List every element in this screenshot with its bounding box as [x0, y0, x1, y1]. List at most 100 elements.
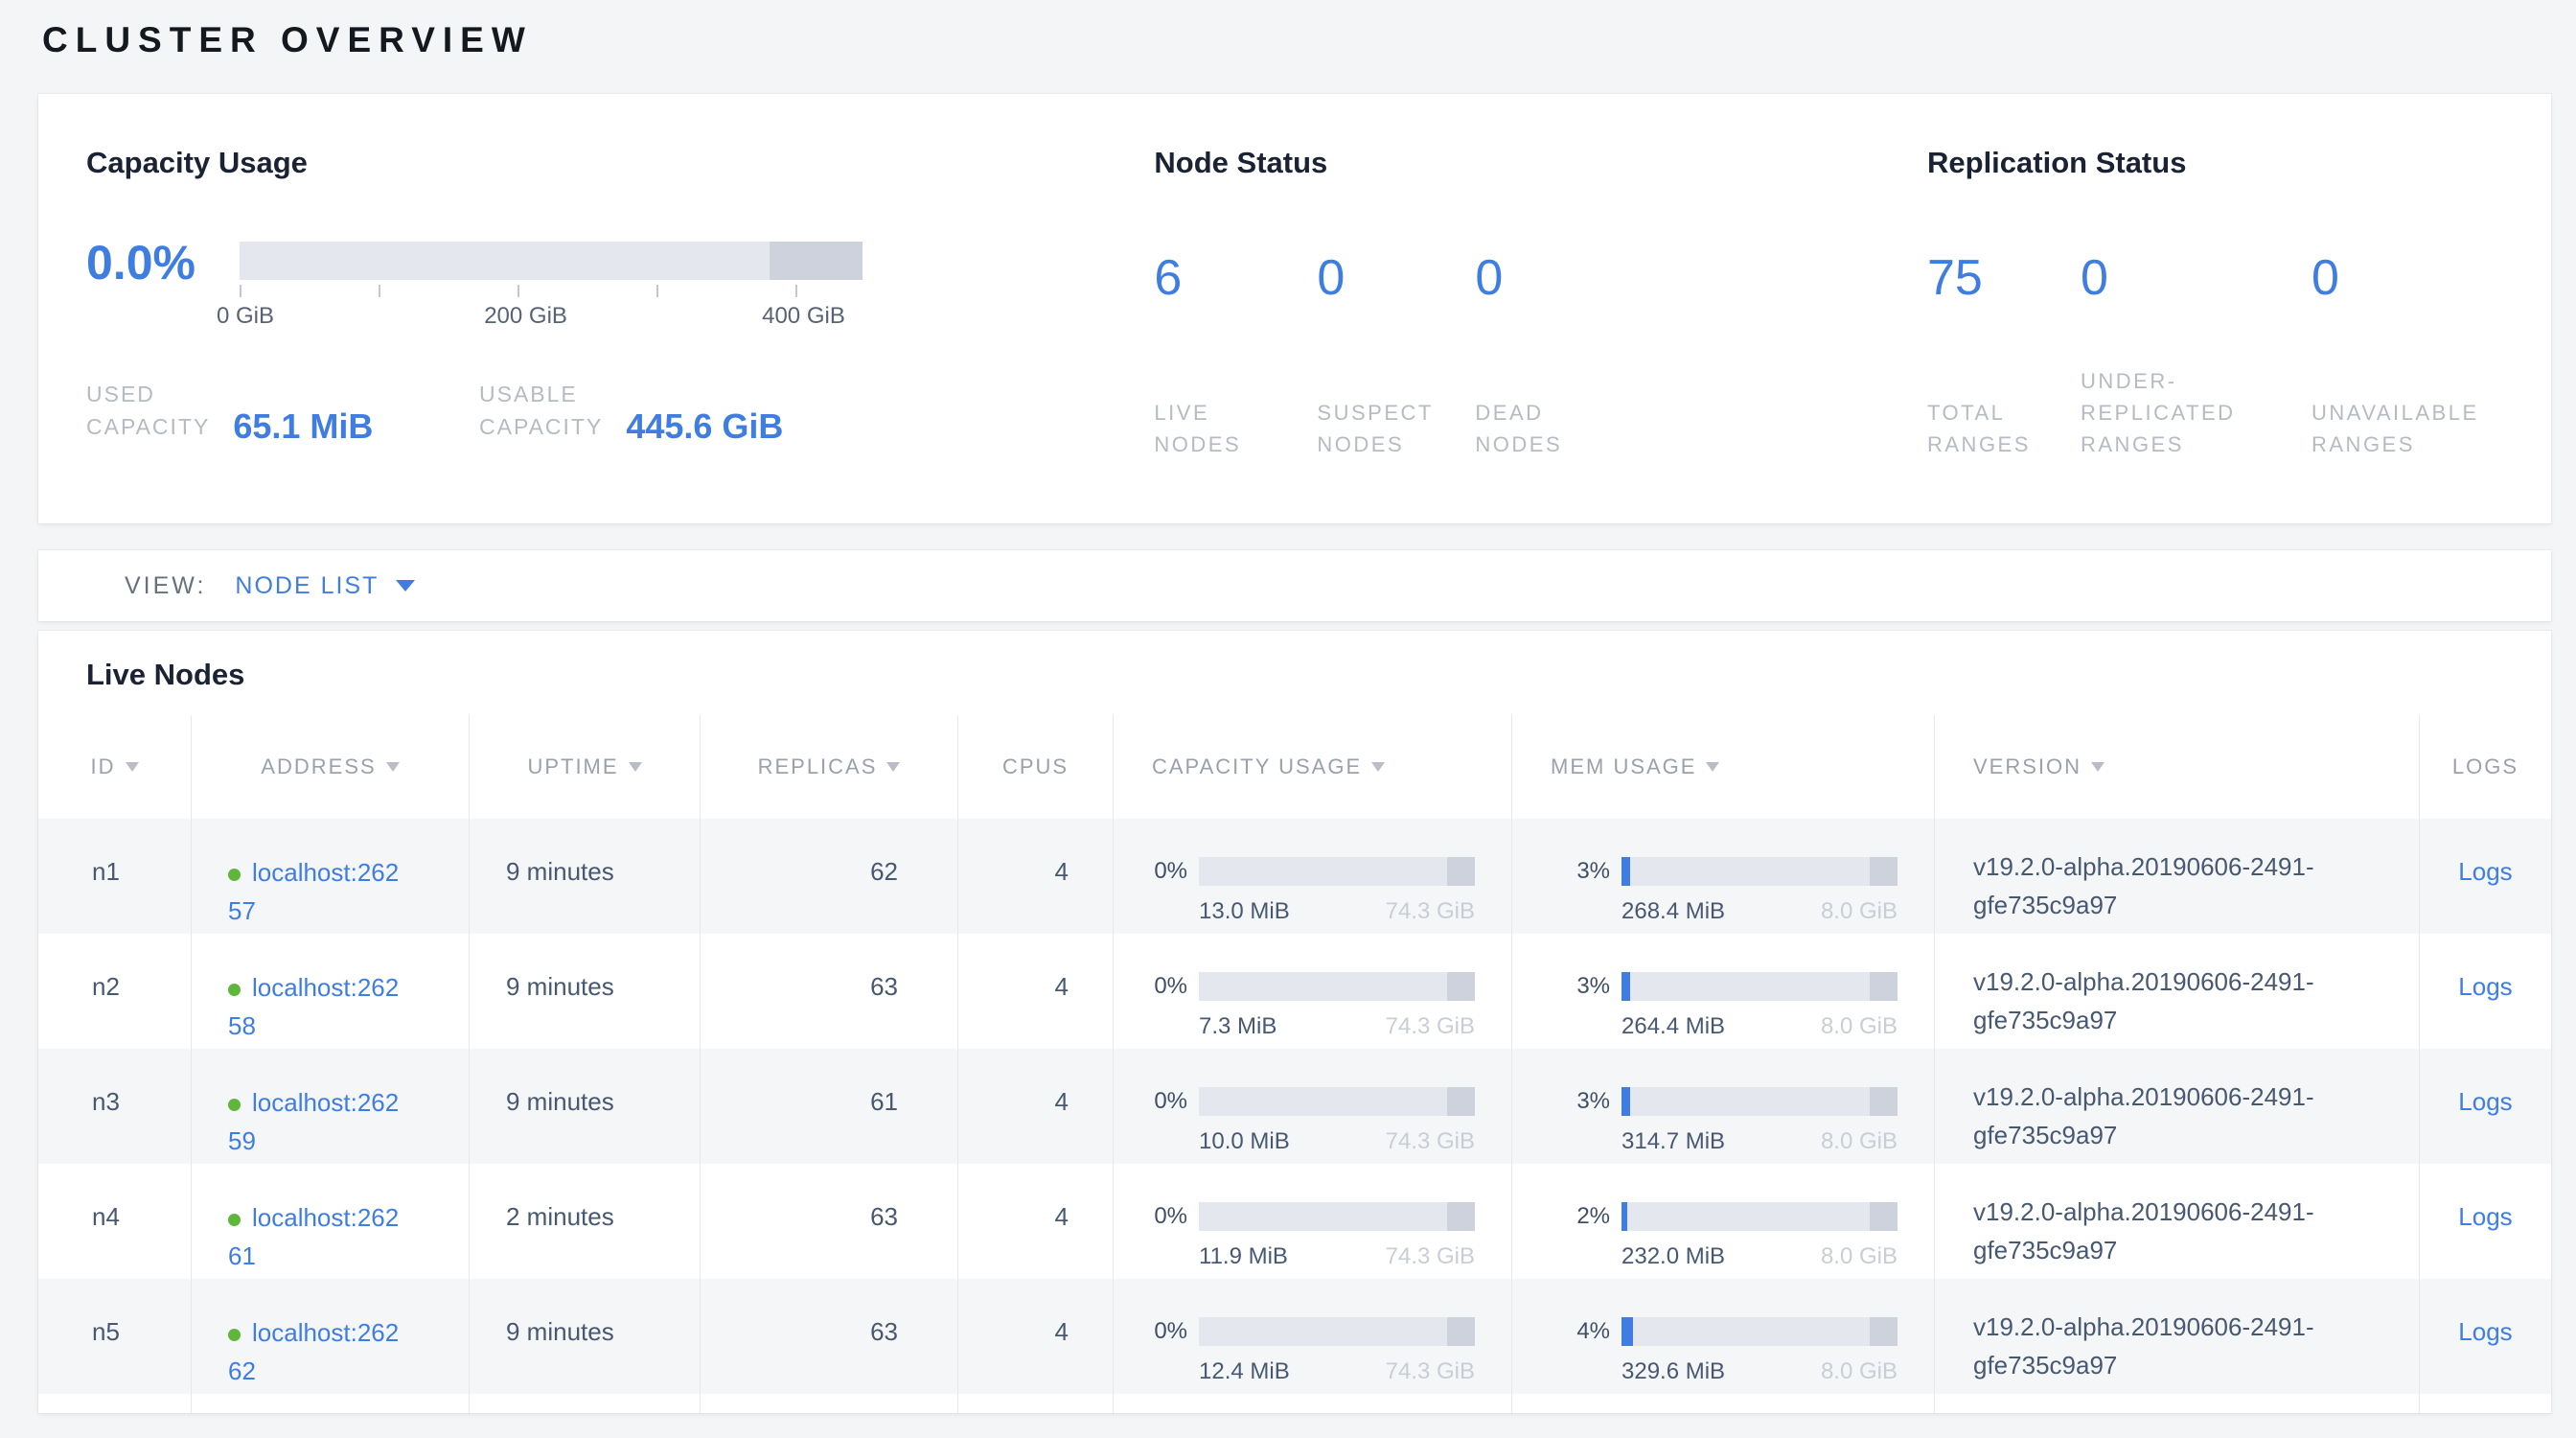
node-version: v19.2.0-alpha.20190606-2491-gfe735c9a97	[1935, 934, 2420, 1049]
column-header-label: CAPACITY USAGE	[1152, 754, 1362, 779]
node-address-link[interactable]: localhost:26258	[228, 973, 399, 1040]
capacity-stat: USABLECAPACITY445.6 GiB	[479, 378, 783, 443]
logs-link[interactable]: Logs	[2458, 857, 2512, 886]
node-cpus: 4	[958, 819, 1114, 934]
node-replicas: 63	[701, 934, 958, 1049]
column-header-id[interactable]: ID	[38, 715, 192, 819]
capacity-usage-cell: 0% 12.4 MiB 74.3 GiB	[1114, 1279, 1512, 1394]
table-row-n1: n1localhost:262579 minutes6240%13.0 MiB7…	[38, 819, 2551, 934]
memory-used-value: 268.4 MiB	[1622, 898, 1725, 925]
table-row-n2: n2localhost:262589 minutes6340%7.3 MiB74…	[38, 934, 2551, 1049]
node-uptime: 9 minutes	[470, 1049, 701, 1164]
capacity-bar-reserved-segment	[770, 242, 863, 280]
chevron-down-icon[interactable]	[396, 580, 415, 591]
memory-usage-cell: 4% 329.6 MiB 8.0 GiB	[1512, 1279, 1935, 1394]
node-replicas: 61	[701, 1049, 958, 1164]
capacity-usage-bar	[1199, 1202, 1475, 1231]
node-cpus: 4	[958, 1049, 1114, 1164]
capacity-used-value: 10.0 MiB	[1199, 1128, 1290, 1155]
node-address-link[interactable]: localhost:26261	[228, 1203, 399, 1270]
memory-total-value: 8.0 GiB	[1821, 1243, 1898, 1270]
sort-caret-icon	[1371, 762, 1385, 772]
live-status-dot-icon	[228, 1099, 241, 1111]
capacity-stat-value: 445.6 GiB	[626, 410, 783, 443]
memory-used-value: 232.0 MiB	[1622, 1243, 1725, 1270]
memory-total-value: 8.0 GiB	[1821, 1128, 1898, 1155]
replication-status-stat: 75TOTALRANGES	[1927, 253, 2081, 460]
sort-caret-icon	[1706, 762, 1719, 772]
capacity-usage-bar-reserved-segment	[1447, 1317, 1475, 1346]
node-replicas: 63	[701, 1279, 958, 1394]
node-logs-cell: Logs	[2420, 934, 2551, 1049]
memory-usage-percent: 2%	[1576, 1203, 1610, 1230]
memory-usage-bar-used-segment	[1622, 1087, 1630, 1116]
capacity-stat-label: USEDCAPACITY	[86, 378, 210, 443]
page-title: CLUSTER OVERVIEW	[42, 17, 2576, 63]
memory-total-value: 8.0 GiB	[1821, 898, 1898, 925]
memory-usage-percent: 3%	[1576, 1088, 1610, 1115]
view-dropdown[interactable]: NODE LIST	[235, 572, 379, 600]
live-status-dot-icon	[228, 869, 241, 881]
partial-row-cell	[1935, 1394, 2420, 1413]
logs-link[interactable]: Logs	[2458, 1202, 2512, 1231]
node-id: n1	[38, 819, 192, 934]
node-status-stat-label: DEADNODES	[1475, 397, 1667, 460]
memory-usage-bar-reserved-segment	[1870, 1202, 1898, 1231]
column-header-capacity-usage[interactable]: CAPACITY USAGE	[1114, 715, 1512, 819]
axis-tick-label: 200 GiB	[484, 303, 567, 330]
node-status-stat-value: 0	[1475, 253, 1667, 303]
capacity-used-value: 12.4 MiB	[1199, 1358, 1290, 1385]
node-logs-cell: Logs	[2420, 1049, 2551, 1164]
memory-usage-bar	[1622, 1087, 1898, 1116]
node-status-stats: 6LIVENODES0SUSPECTNODES0DEADNODES	[1154, 253, 1927, 460]
memory-total-value: 8.0 GiB	[1821, 1358, 1898, 1385]
node-address-cell: localhost:26257	[192, 819, 470, 934]
capacity-usage-section: Capacity Usage 0.0% 0 GiB200 GiB400 GiB …	[86, 146, 1154, 523]
table-row-n5: n5localhost:262629 minutes6340%12.4 MiB7…	[38, 1279, 2551, 1394]
memory-usage-cell: 3%314.7 MiB8.0 GiB	[1512, 1049, 1935, 1164]
partial-row-cell	[1512, 1394, 1935, 1413]
column-header-label: ID	[91, 754, 116, 779]
live-status-dot-icon	[228, 984, 241, 996]
capacity-usage-cell: 0%13.0 MiB74.3 GiB	[1114, 819, 1512, 934]
node-address-link[interactable]: localhost:26262	[228, 1318, 399, 1385]
node-id: n3	[38, 1049, 192, 1164]
node-address-cell: localhost:26261	[192, 1164, 470, 1279]
capacity-total-value: 74.3 GiB	[1386, 1358, 1475, 1385]
logs-link[interactable]: Logs	[2458, 972, 2512, 1001]
logs-link[interactable]: Logs	[2458, 1087, 2512, 1116]
capacity-usage-bar-chart: 0 GiB200 GiB400 GiB	[240, 242, 862, 332]
node-cpus: 4	[958, 1279, 1114, 1394]
column-header-version[interactable]: VERSION	[1935, 715, 2420, 819]
capacity-usage-percent: 0%	[1154, 1318, 1187, 1345]
axis-tick-label: 0 GiB	[217, 303, 274, 330]
node-uptime: 9 minutes	[470, 1279, 701, 1394]
partial-row-cell	[192, 1394, 470, 1413]
memory-usage-bar-used-segment	[1622, 1202, 1627, 1231]
memory-usage-bar-reserved-segment	[1870, 972, 1898, 1001]
node-address-link[interactable]: localhost:26259	[228, 1088, 399, 1155]
node-version: v19.2.0-alpha.20190606-2491-gfe735c9a97	[1935, 1049, 2420, 1164]
memory-usage-percent: 4%	[1576, 1318, 1610, 1345]
sort-caret-icon	[126, 762, 139, 772]
capacity-usage-cell: 0%10.0 MiB74.3 GiB	[1114, 1049, 1512, 1164]
capacity-usage-percent: 0%	[1154, 1203, 1187, 1230]
column-header-replicas[interactable]: REPLICAS	[701, 715, 958, 819]
replication-status-stat: 0UNDER-REPLICATEDRANGES	[2081, 253, 2312, 460]
node-id: n2	[38, 934, 192, 1049]
node-logs-cell: Logs	[2420, 819, 2551, 934]
column-header-mem-usage[interactable]: MEM USAGE	[1512, 715, 1935, 819]
memory-used-value: 329.6 MiB	[1622, 1358, 1725, 1385]
capacity-total-value: 74.3 GiB	[1386, 1013, 1475, 1040]
node-cpus: 4	[958, 934, 1114, 1049]
node-address-link[interactable]: localhost:26257	[228, 858, 399, 925]
capacity-total-value: 74.3 GiB	[1386, 1243, 1475, 1270]
node-version: v19.2.0-alpha.20190606-2491-gfe735c9a97	[1935, 1164, 2420, 1279]
logs-link[interactable]: Logs	[2458, 1317, 2512, 1346]
node-replicas: 63	[701, 1164, 958, 1279]
node-status-stat-label: SUSPECTNODES	[1317, 397, 1475, 460]
column-header-uptime[interactable]: UPTIME	[470, 715, 701, 819]
table-row-n4: n4localhost:262612 minutes6340%11.9 MiB7…	[38, 1164, 2551, 1279]
capacity-usage-percent: 0%	[1154, 1088, 1187, 1115]
column-header-address[interactable]: ADDRESS	[192, 715, 470, 819]
